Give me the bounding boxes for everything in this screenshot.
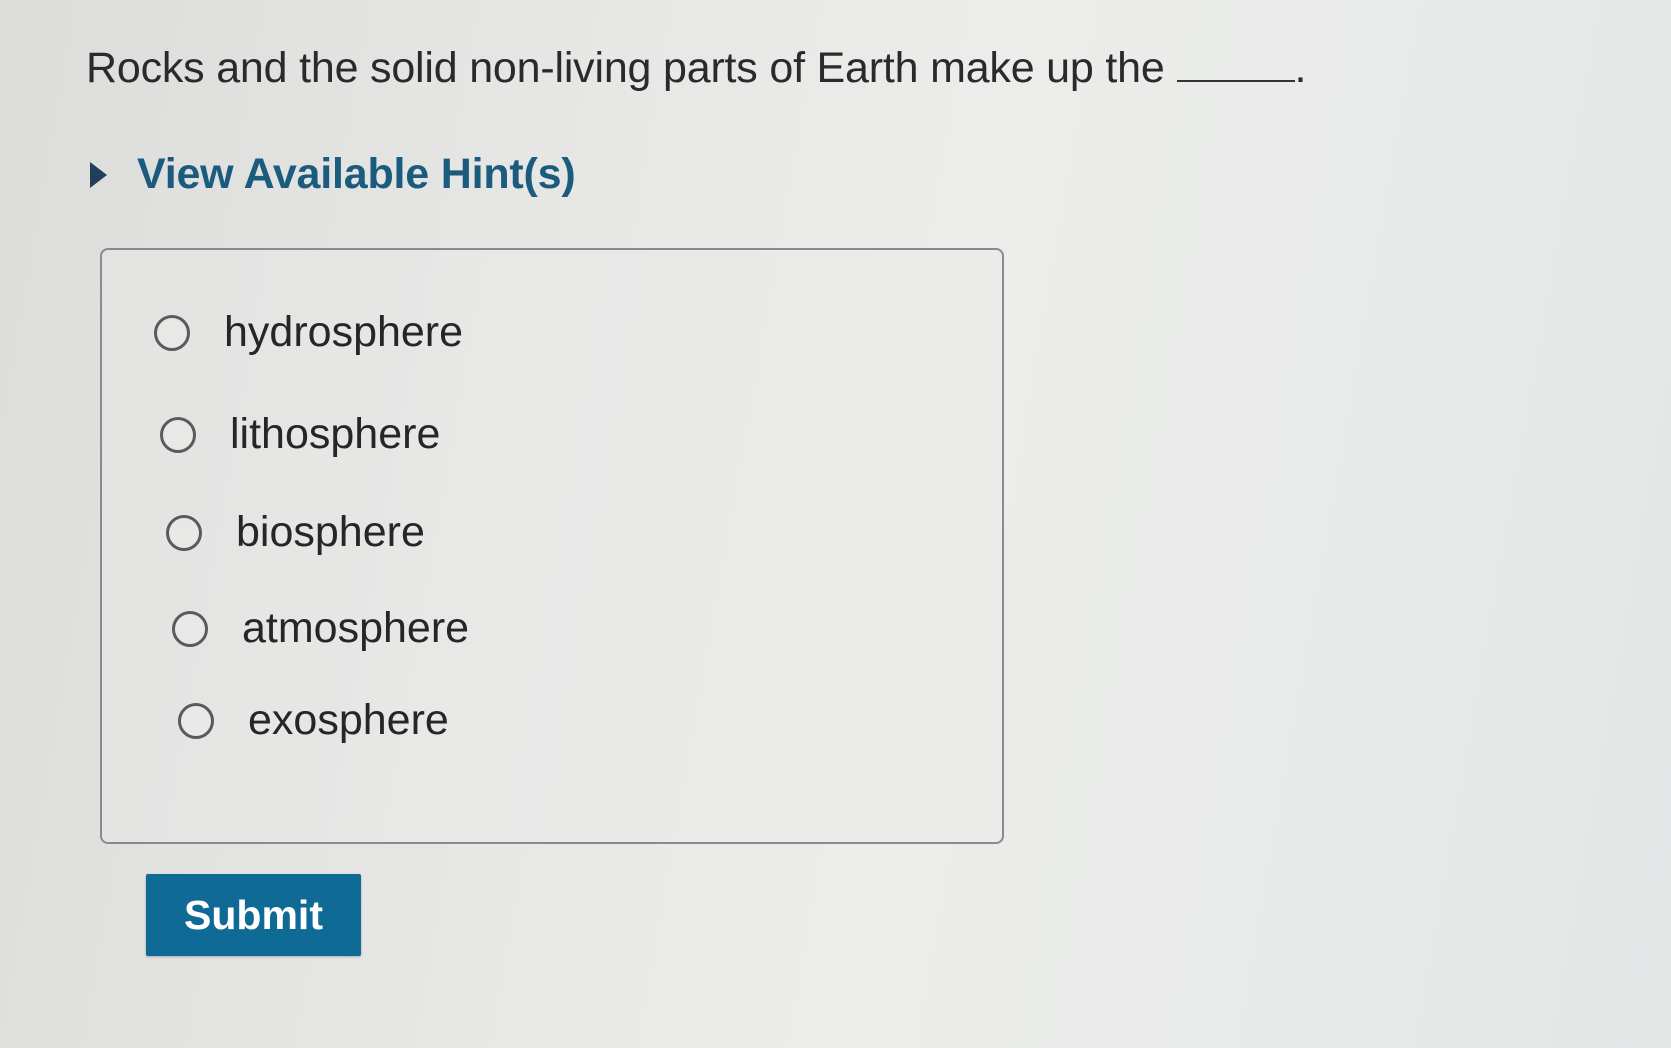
option-hydrosphere[interactable]: hydrosphere [154, 308, 463, 357]
view-hints-label: View Available Hint(s) [137, 150, 576, 198]
caret-right-icon [90, 161, 107, 188]
radio-button[interactable] [172, 610, 208, 647]
option-label: exosphere [248, 696, 449, 744]
radio-button[interactable] [160, 416, 196, 453]
radio-button[interactable] [154, 314, 190, 351]
answer-options-group: hydrosphere lithosphere biosphere atmosp… [100, 248, 1004, 844]
option-lithosphere[interactable]: lithosphere [160, 410, 440, 459]
question-page: Rocks and the solid non-living parts of … [0, 0, 1671, 1048]
question-text: Rocks and the solid non-living parts of … [86, 44, 1165, 92]
option-label: lithosphere [230, 410, 441, 458]
option-label: biosphere [236, 508, 425, 556]
question-period: . [1294, 44, 1307, 92]
radio-button[interactable] [178, 702, 214, 739]
view-hints-toggle[interactable]: View Available Hint(s) [90, 150, 576, 199]
answer-blank [1176, 80, 1295, 82]
radio-button[interactable] [166, 514, 202, 551]
option-label: atmosphere [242, 604, 470, 652]
submit-button[interactable]: Submit [146, 874, 361, 956]
question-prompt: Rocks and the solid non-living parts of … [86, 44, 1306, 93]
option-exosphere[interactable]: exosphere [178, 696, 449, 745]
option-biosphere[interactable]: biosphere [166, 508, 425, 557]
option-label: hydrosphere [224, 308, 464, 356]
option-atmosphere[interactable]: atmosphere [172, 604, 469, 653]
